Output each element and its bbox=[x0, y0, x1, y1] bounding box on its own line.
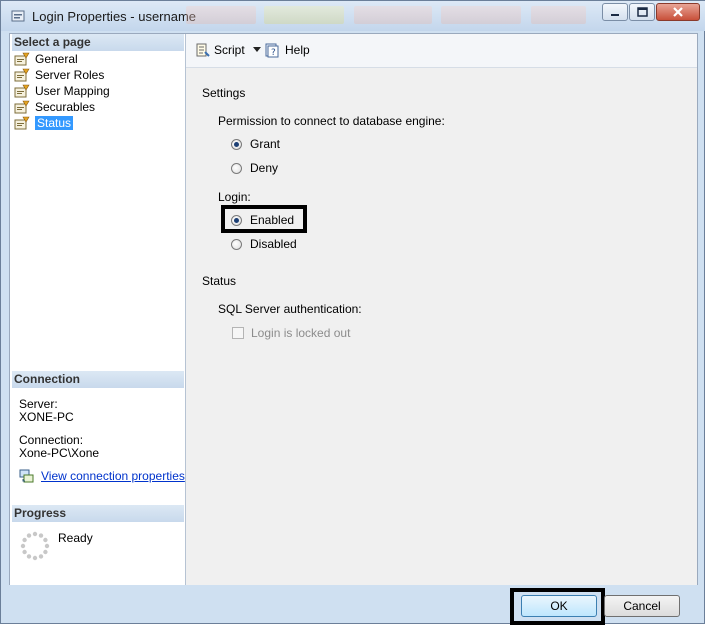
svg-text:?: ? bbox=[271, 48, 276, 58]
toolbar: Script ? Help bbox=[186, 34, 697, 68]
page-item-securables[interactable]: Securables bbox=[14, 99, 95, 115]
progress-status: Ready bbox=[58, 531, 93, 545]
disabled-label: Disabled bbox=[250, 237, 297, 251]
page-properties-icon bbox=[14, 84, 30, 98]
view-connection-properties[interactable]: View connection properties bbox=[19, 469, 185, 483]
help-label: Help bbox=[285, 43, 310, 57]
permission-label: Permission to connect to database engine… bbox=[218, 114, 445, 128]
radio-dot bbox=[231, 214, 242, 226]
page-item-user-mapping[interactable]: User Mapping bbox=[14, 83, 110, 99]
page-item-label: Securables bbox=[35, 100, 96, 114]
title-bar[interactable]: Login Properties - username bbox=[1, 1, 705, 31]
page-properties-icon bbox=[14, 100, 30, 114]
minimize-icon bbox=[611, 14, 619, 16]
page-item-label: Server Roles bbox=[35, 68, 105, 82]
page-item-general[interactable]: General bbox=[14, 51, 78, 67]
checkbox-box bbox=[232, 327, 244, 339]
window-app-icon bbox=[11, 10, 25, 22]
maximize-button[interactable] bbox=[629, 3, 655, 21]
login-label: Login: bbox=[218, 190, 251, 204]
cancel-button[interactable]: Cancel bbox=[604, 595, 680, 617]
dialog-client-area: Select a page General Server Roles User … bbox=[9, 33, 698, 585]
script-label: Script bbox=[214, 43, 245, 57]
grant-label: Grant bbox=[250, 137, 281, 151]
enabled-radio[interactable]: Enabled bbox=[231, 213, 294, 227]
connection-properties-icon bbox=[19, 469, 34, 483]
right-pane: Script ? Help Settings Permission to con… bbox=[186, 34, 697, 585]
deny-label: Deny bbox=[250, 161, 279, 175]
radio-dot bbox=[231, 238, 242, 250]
dropdown-arrow-icon[interactable] bbox=[252, 47, 261, 53]
page-properties-icon bbox=[14, 68, 30, 82]
connection-label: Connection: bbox=[19, 433, 84, 447]
window-title: Login Properties - username bbox=[32, 9, 197, 24]
background-taskbar-blur bbox=[186, 6, 586, 24]
ok-button[interactable]: OK bbox=[521, 595, 597, 617]
connection-header: Connection bbox=[12, 371, 184, 388]
locked-out-label: Login is locked out bbox=[251, 326, 351, 340]
close-icon bbox=[673, 7, 683, 17]
deny-radio[interactable]: Deny bbox=[231, 161, 278, 175]
login-properties-window: Login Properties - username Select a pag… bbox=[0, 0, 705, 625]
radio-dot bbox=[231, 138, 242, 150]
view-connection-properties-link[interactable]: View connection properties bbox=[41, 469, 185, 483]
left-pane: Select a page General Server Roles User … bbox=[10, 34, 186, 585]
script-icon bbox=[196, 43, 210, 57]
page-item-label: General bbox=[35, 52, 78, 66]
page-item-label: Status bbox=[35, 116, 74, 130]
page-item-label: User Mapping bbox=[35, 84, 110, 98]
server-label: Server: bbox=[19, 397, 58, 411]
page-item-status[interactable]: Status bbox=[14, 115, 74, 131]
select-page-header: Select a page bbox=[12, 34, 184, 51]
radio-dot bbox=[231, 162, 242, 174]
help-icon: ? bbox=[265, 43, 279, 58]
disabled-radio[interactable]: Disabled bbox=[231, 237, 297, 251]
enabled-label: Enabled bbox=[250, 213, 295, 227]
close-button[interactable] bbox=[656, 3, 700, 21]
login-locked-out-checkbox[interactable]: Login is locked out bbox=[232, 326, 350, 340]
grant-radio[interactable]: Grant bbox=[231, 137, 280, 151]
connection-value: Xone-PC\Xone bbox=[19, 446, 100, 460]
status-heading: Status bbox=[202, 274, 237, 288]
page-properties-icon bbox=[14, 116, 30, 130]
sql-auth-label: SQL Server authentication: bbox=[218, 302, 362, 316]
progress-spinner-icon bbox=[20, 531, 50, 561]
progress-header: Progress bbox=[12, 505, 184, 522]
page-item-server-roles[interactable]: Server Roles bbox=[14, 67, 104, 83]
server-value: XONE-PC bbox=[19, 410, 74, 424]
script-button[interactable]: Script bbox=[194, 41, 261, 59]
minimize-button[interactable] bbox=[602, 3, 628, 21]
help-button[interactable]: ? Help bbox=[264, 41, 310, 59]
settings-heading: Settings bbox=[202, 86, 246, 100]
maximize-icon bbox=[637, 7, 648, 17]
window-controls bbox=[601, 3, 700, 22]
page-properties-icon bbox=[14, 52, 30, 66]
